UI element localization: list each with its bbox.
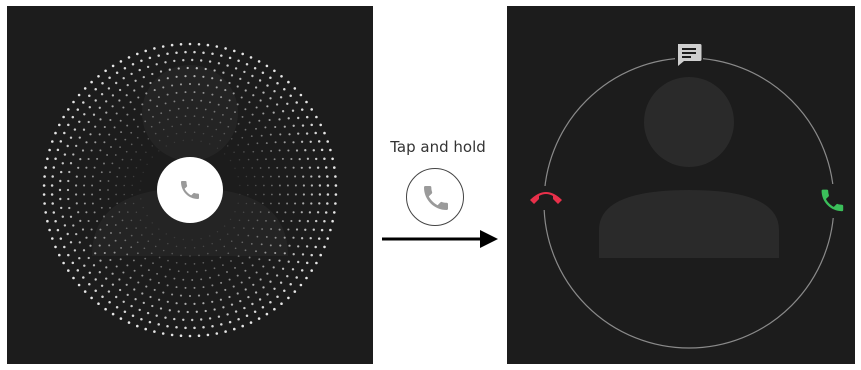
phone-icon <box>424 186 448 210</box>
message-button[interactable] <box>675 42 703 70</box>
incoming-call-screen-idle <box>7 6 373 364</box>
decline-button[interactable] <box>529 186 563 210</box>
avatar-silhouette <box>599 77 779 258</box>
incoming-call-screen-active <box>507 6 855 364</box>
instruction-label: Tap and hold <box>390 138 486 156</box>
hint-phone-button <box>406 168 464 226</box>
answer-button[interactable] <box>157 157 223 223</box>
transition-arrow <box>382 230 498 248</box>
accept-button[interactable] <box>815 184 849 218</box>
